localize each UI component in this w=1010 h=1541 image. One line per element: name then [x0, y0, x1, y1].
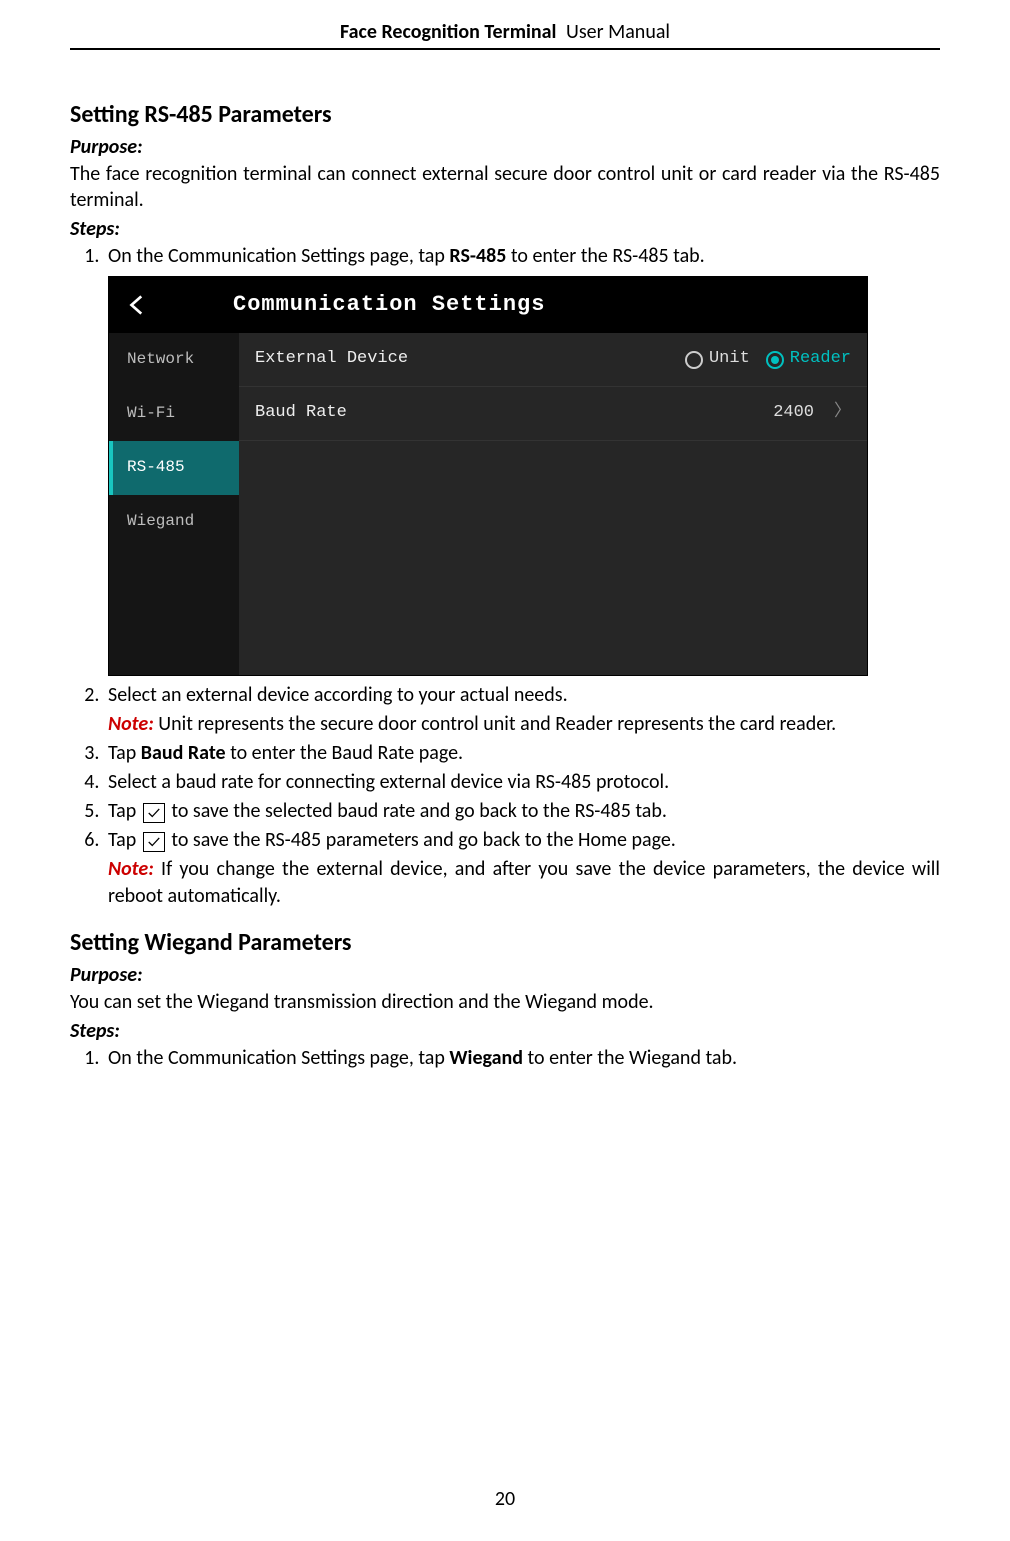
page-number: 20: [0, 1487, 1010, 1511]
radio-unit-label: Unit: [709, 348, 750, 371]
radio-reader[interactable]: Reader: [766, 348, 851, 371]
step2-text: Select an external device according to y…: [108, 683, 568, 707]
screenshot-body: Network Wi-Fi RS-485 Wiegand External De…: [109, 333, 867, 675]
header-light: User Manual: [566, 20, 670, 44]
note1-text: Unit represents the secure door control …: [154, 712, 836, 736]
radio-icon: [685, 351, 703, 369]
check-icon: [143, 803, 165, 823]
radio-unit[interactable]: Unit: [685, 348, 750, 371]
screenshot-title: Communication Settings: [233, 290, 545, 320]
step3-b: Baud Rate: [141, 741, 226, 765]
step5-a: Tap: [108, 799, 141, 823]
step2-note: Note: Unit represents the secure door co…: [108, 711, 940, 738]
steps-label: Steps:: [70, 217, 940, 241]
purpose-label: Purpose:: [70, 135, 940, 159]
note-label: Note:: [108, 712, 154, 736]
step6-a: Tap: [108, 828, 141, 852]
step-4: Select a baud rate for connecting extern…: [104, 769, 940, 796]
sidebar-item-rs485[interactable]: RS-485: [109, 441, 239, 495]
step6-note: Note: If you change the external device,…: [108, 856, 940, 910]
row-external-device-label: External Device: [255, 348, 408, 371]
step-1: On the Communication Settings page, tap …: [104, 243, 940, 676]
step1-b: RS-485: [449, 244, 506, 268]
row-baud-rate[interactable]: Baud Rate 2400 〉: [239, 387, 867, 441]
step6-b: to save the RS-485 parameters and go bac…: [167, 828, 676, 852]
radio-reader-label: Reader: [790, 348, 851, 371]
step-3: Tap Baud Rate to enter the Baud Rate pag…: [104, 740, 940, 767]
page-header: Face Recognition Terminal User Manual: [70, 20, 940, 50]
screenshot-comm-settings: Communication Settings Network Wi-Fi RS-…: [108, 276, 868, 676]
step4-text: Select a baud rate for connecting extern…: [108, 770, 669, 794]
section-wiegand-title: Setting Wiegand Parameters: [70, 928, 940, 957]
step-6: Tap to save the RS-485 parameters and go…: [104, 827, 940, 910]
w-step1-c: to enter the Wiegand tab.: [523, 1046, 737, 1070]
chevron-right-icon: 〉: [834, 402, 851, 425]
step3-a: Tap: [108, 741, 141, 765]
screenshot-content: External Device Unit Reader: [239, 333, 867, 675]
sidebar-item-wifi[interactable]: Wi-Fi: [109, 387, 239, 441]
sidebar-item-network[interactable]: Network: [109, 333, 239, 387]
step1-c: to enter the RS-485 tab.: [506, 244, 704, 268]
steps-label-2: Steps:: [70, 1019, 940, 1043]
header-bold: Face Recognition Terminal: [340, 20, 556, 44]
steps-list-1: On the Communication Settings page, tap …: [70, 243, 940, 910]
note2-text: If you change the external device, and a…: [108, 857, 940, 908]
step3-c: to enter the Baud Rate page.: [226, 741, 464, 765]
check-icon: [143, 832, 165, 852]
w-step1-b: Wiegand: [449, 1046, 523, 1070]
step1-a: On the Communication Settings page, tap: [108, 244, 449, 268]
page: Face Recognition Terminal User Manual Se…: [0, 0, 1010, 1541]
radio-icon: [766, 351, 784, 369]
step-1-wiegand: On the Communication Settings page, tap …: [104, 1045, 940, 1072]
steps-list-2: On the Communication Settings page, tap …: [70, 1045, 940, 1072]
section-rs485-title: Setting RS-485 Parameters: [70, 100, 940, 129]
purpose-text: The face recognition terminal can connec…: [70, 161, 940, 213]
row-external-device: External Device Unit Reader: [239, 333, 867, 387]
step-2: Select an external device according to y…: [104, 682, 940, 738]
screenshot-sidebar: Network Wi-Fi RS-485 Wiegand: [109, 333, 239, 675]
baud-rate-value: 2400: [773, 402, 814, 425]
step-5: Tap to save the selected baud rate and g…: [104, 798, 940, 825]
purpose-text-2: You can set the Wiegand transmission dir…: [70, 989, 940, 1015]
w-step1-a: On the Communication Settings page, tap: [108, 1046, 449, 1070]
sidebar-item-wiegand[interactable]: Wiegand: [109, 495, 239, 549]
row-baud-rate-label: Baud Rate: [255, 402, 347, 425]
purpose-label-2: Purpose:: [70, 963, 940, 987]
note-label: Note:: [108, 857, 154, 881]
back-icon[interactable]: [123, 290, 153, 320]
screenshot-titlebar: Communication Settings: [109, 277, 867, 333]
step5-b: to save the selected baud rate and go ba…: [167, 799, 667, 823]
